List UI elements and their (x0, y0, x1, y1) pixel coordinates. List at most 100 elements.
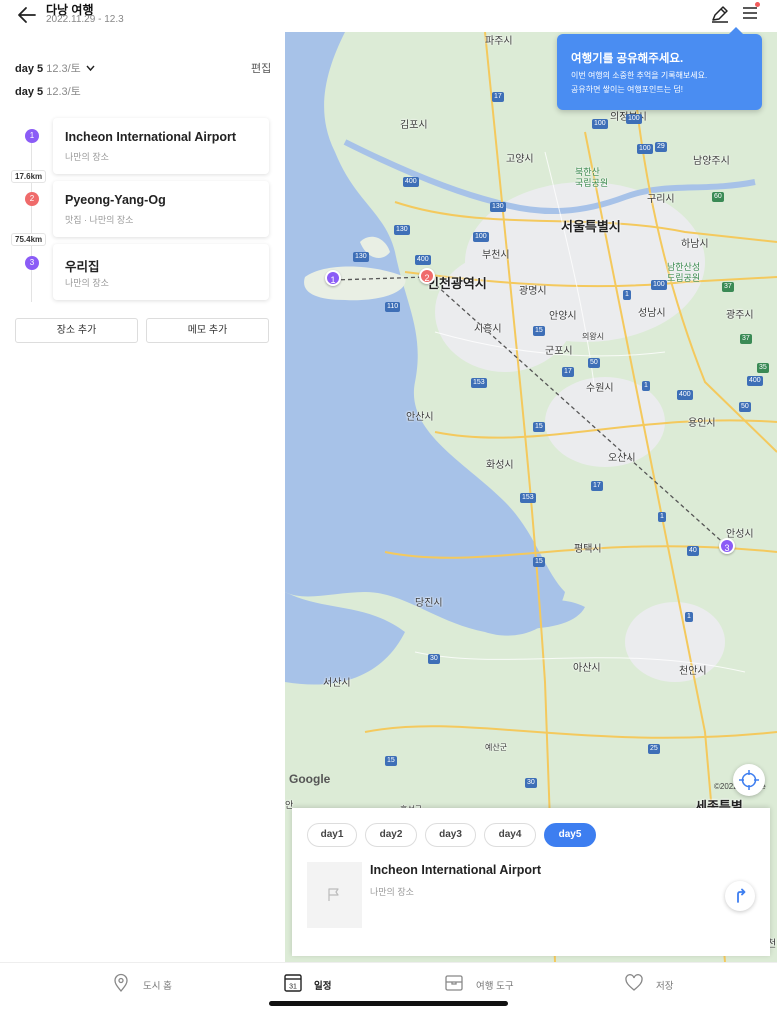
map-label: 도립공원 (667, 273, 701, 283)
map-label: 서울특별시 (561, 219, 621, 234)
place-name: Incheon International Airport (65, 130, 237, 144)
trip-dates: 2022.11.29 - 12.3 (46, 14, 124, 25)
place-card[interactable]: Incheon International Airport 나만의 장소 (53, 118, 269, 174)
directions-button[interactable] (725, 881, 755, 911)
map-pin-2[interactable]: 2 (419, 268, 435, 284)
tooltip-line1: 이번 여행의 소중한 추억을 기록해보세요. (571, 71, 708, 80)
place-category: 맛집 · 나만의 장소 (65, 215, 134, 225)
place-card[interactable]: Pyeong-Yang-Og 맛집 · 나만의 장소 (53, 181, 269, 237)
road-shield: 30 (428, 654, 440, 664)
map-label: 안산시 (406, 412, 434, 423)
day-chip[interactable]: day3 (425, 823, 476, 847)
place-category: 나만의 장소 (65, 152, 109, 162)
tab-schedule[interactable]: 일정 (314, 978, 331, 992)
road-shield: 25 (648, 744, 660, 754)
map-label: 의왕시 (582, 332, 605, 341)
day-chip-active[interactable]: day5 (544, 823, 596, 847)
map-pin-3[interactable]: 3 (719, 538, 735, 554)
home-indicator (269, 1001, 508, 1006)
day-chip[interactable]: day2 (365, 823, 417, 847)
map-label: 하남시 (681, 239, 709, 250)
road-shield: 15 (533, 422, 545, 432)
road-shield: 400 (677, 390, 693, 400)
map-pin-1[interactable]: 1 (325, 270, 341, 286)
map-label: 고양시 (506, 154, 534, 165)
place-card[interactable]: 우리집 나만의 장소 (53, 244, 269, 300)
tooltip-title: 여행기를 공유해주세요. (571, 53, 684, 65)
road-shield: 153 (520, 493, 536, 503)
map-label: 군포시 (545, 346, 573, 357)
tab-travel-tools[interactable]: 여행 도구 (476, 978, 514, 992)
directions-icon (737, 888, 746, 903)
locate-button[interactable] (733, 764, 765, 796)
schedule-panel: day 5 12.3/토 편집 day 5 12.3/토 1 Incheon I… (0, 32, 285, 962)
distance-badge: 75.4km (11, 233, 47, 246)
day-title: day 5 12.3/토 (15, 83, 81, 99)
map-label: 평택시 (574, 544, 602, 555)
tab-city-home[interactable]: 도시 홈 (143, 978, 172, 992)
road-shield: 17 (562, 367, 574, 377)
day-selector-day: day 5 (15, 63, 44, 75)
road-shield: 400 (403, 177, 419, 187)
road-shield: 15 (533, 326, 545, 336)
map-label: 인천광역시 (427, 276, 487, 291)
map-label: 당진시 (415, 598, 443, 609)
edit-button[interactable]: 편집 (251, 60, 271, 76)
day-selector[interactable]: day 5 12.3/토 (15, 60, 95, 76)
road-shield: 100 (651, 280, 667, 290)
crosshair-icon (739, 770, 759, 790)
map-label: 서산시 (323, 678, 351, 689)
road-shield: 17 (591, 481, 603, 491)
place-category: 나만의 장소 (65, 278, 109, 288)
timeline-line (31, 132, 32, 302)
road-shield: 1 (685, 612, 693, 622)
map-label: 예산군 (485, 743, 508, 752)
heart-icon[interactable] (624, 973, 644, 993)
road-shield: 1 (642, 381, 650, 391)
day-chip[interactable]: day4 (484, 823, 536, 847)
road-shield: 100 (637, 144, 653, 154)
day-title-date: 12.3/토 (46, 86, 81, 98)
day-selector-date: 12.3/토 (46, 63, 81, 75)
flag-icon (328, 888, 339, 901)
road-shield: 100 (626, 114, 642, 124)
tab-saved[interactable]: 저장 (656, 978, 673, 992)
map-label: 오산시 (608, 453, 636, 464)
add-place-button[interactable]: 장소 추가 (15, 318, 138, 343)
road-shield: 400 (415, 255, 431, 265)
road-shield: 1 (658, 512, 666, 522)
road-shield: 110 (385, 302, 401, 312)
road-shield: 130 (490, 202, 506, 212)
toolbox-icon[interactable] (444, 973, 464, 993)
place-number: 3 (25, 256, 39, 270)
road-shield: 60 (712, 192, 724, 202)
map-label: 광명시 (519, 286, 547, 297)
road-shield: 153 (471, 378, 487, 388)
share-tooltip[interactable]: 여행기를 공유해주세요. 이번 여행의 소중한 추억을 기록해보세요. 공유하면… (557, 27, 762, 110)
map-label: 성남시 (638, 308, 666, 319)
map-label: 안양시 (549, 311, 577, 322)
map-label: 용인시 (688, 418, 716, 429)
map-label: 아산시 (573, 663, 601, 674)
back-arrow-icon[interactable] (16, 4, 38, 26)
edit-pen-icon[interactable] (710, 4, 730, 24)
map-label: 화성시 (486, 460, 514, 471)
tooltip-line2: 공유하면 쌓이는 여행포인트는 덤! (571, 85, 683, 94)
map-pin-icon[interactable] (111, 973, 131, 993)
map-label: 광주시 (726, 310, 754, 321)
place-number: 2 (25, 192, 39, 206)
road-shield: 100 (473, 232, 489, 242)
map-label: 천안시 (679, 666, 707, 677)
calendar-badge: 31 (289, 984, 297, 991)
selected-place-category: 나만의 장소 (370, 887, 414, 897)
road-shield: 37 (722, 282, 734, 292)
add-memo-button[interactable]: 메모 추가 (146, 318, 269, 343)
day-chip[interactable]: day1 (307, 823, 357, 847)
place-number: 1 (25, 129, 39, 143)
road-shield: 50 (588, 358, 600, 368)
day-title-day: day 5 (15, 86, 44, 98)
map-label: 부천시 (482, 250, 510, 261)
calendar-icon[interactable]: 31 (283, 973, 303, 993)
map-label: 국립공원 (575, 178, 609, 188)
distance-badge: 17.6km (11, 170, 47, 183)
